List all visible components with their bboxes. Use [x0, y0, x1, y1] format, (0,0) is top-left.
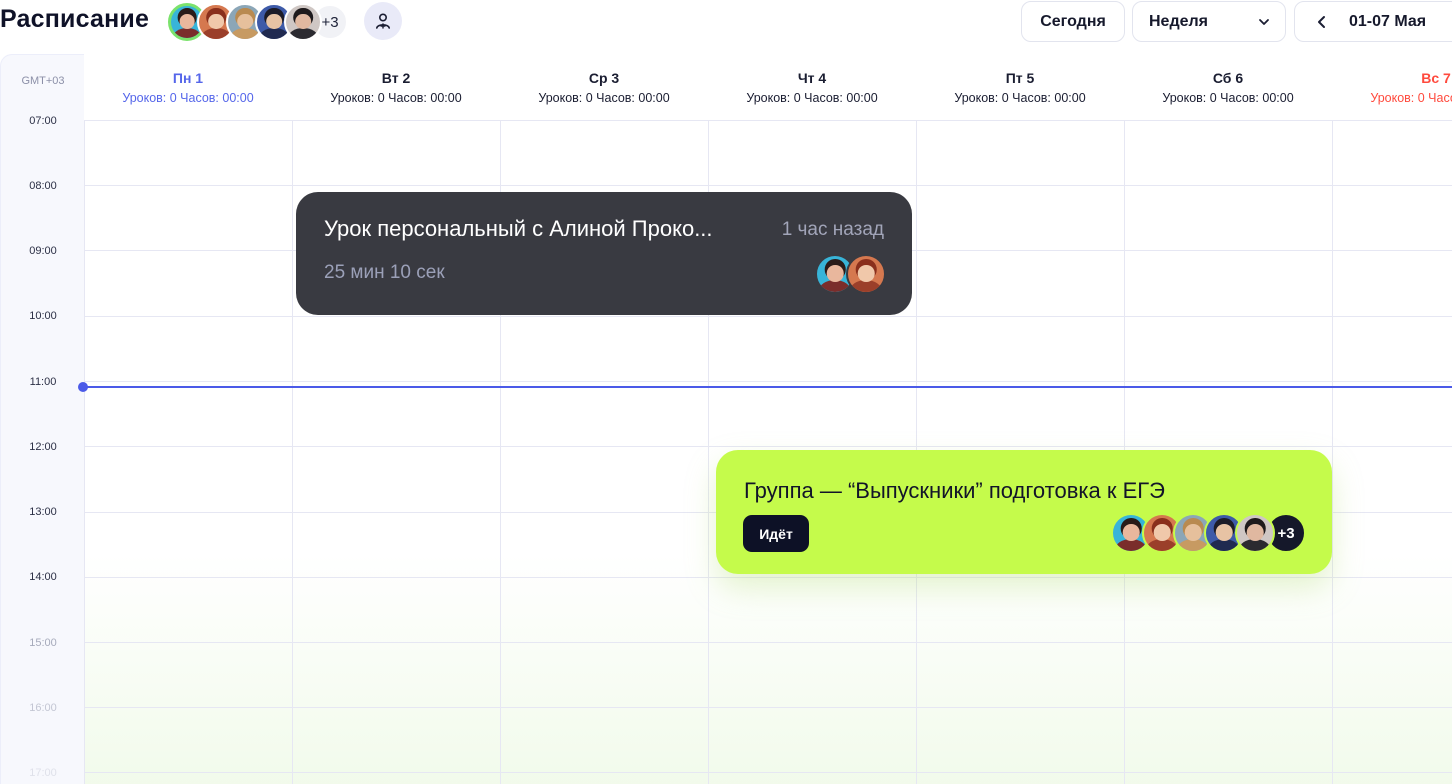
grid-hour-line — [84, 772, 1452, 773]
day-header-wed[interactable]: Ср 3 Уроков: 0 Часов: 00:00 — [500, 54, 708, 120]
day-stats: Уроков: 0 Часов: 00:00 — [122, 91, 254, 105]
day-header-sun[interactable]: Вс 7 Уроков: 0 Часов: 00:00 — [1332, 54, 1452, 120]
page-title: Расписание — [0, 5, 150, 33]
time-label: 12:00 — [29, 441, 57, 453]
day-stats: Уроков: 0 Часов: 00:00 — [538, 91, 670, 105]
event-participants: +3 — [1111, 513, 1306, 553]
grid-hour-line — [84, 642, 1452, 643]
grid-hour-line — [84, 707, 1452, 708]
time-label: 14:00 — [29, 571, 57, 583]
time-label: 17:00 — [29, 767, 57, 779]
time-label: 15:00 — [29, 637, 57, 649]
time-label: 13:00 — [29, 506, 57, 518]
participants-avatars[interactable]: +3 — [168, 2, 348, 42]
avatar — [846, 254, 886, 294]
day-header-thu[interactable]: Чт 4 Уроков: 0 Часов: 00:00 — [708, 54, 916, 120]
event-duration: 25 мин 10 сек — [324, 262, 445, 283]
day-stats: Уроков: 0 Часов: 00:00 — [746, 91, 878, 105]
day-name: Вс 7 — [1421, 70, 1451, 86]
time-column: GMT+03 07:00 08:00 09:00 10:00 11:00 12:… — [0, 54, 84, 784]
day-name: Чт 4 — [797, 70, 827, 86]
view-select[interactable]: Неделя — [1132, 1, 1286, 42]
grid-column-line — [1332, 120, 1333, 784]
add-user-button[interactable] — [364, 2, 402, 40]
date-range-label: 01-07 Мая — [1349, 12, 1427, 30]
grid-column-line — [84, 120, 85, 784]
status-badge: Идёт — [743, 515, 809, 552]
day-name: Пн 1 — [172, 70, 204, 86]
event-title: Группа — “Выпускники” подготовка к ЕГЭ — [744, 478, 1165, 503]
timezone-label: GMT+03 — [21, 75, 65, 87]
background-gradient — [84, 554, 1452, 784]
grid-divider — [84, 120, 1452, 121]
chevron-down-icon — [1259, 18, 1269, 25]
avatar — [1235, 513, 1275, 553]
grid-hour-line — [84, 577, 1452, 578]
grid-hour-line — [84, 446, 1452, 447]
chevron-left-icon[interactable] — [1315, 14, 1329, 30]
day-name: Пт 5 — [1005, 70, 1035, 86]
current-time-dot — [78, 382, 88, 392]
day-header-mon[interactable]: Пн 1 Уроков: 0 Часов: 00:00 — [84, 54, 292, 120]
week-calendar: GMT+03 07:00 08:00 09:00 10:00 11:00 12:… — [0, 54, 1452, 784]
time-label: 11:00 — [29, 376, 57, 388]
date-range-nav: 01-07 Мая — [1294, 1, 1452, 42]
event-time-ago: 1 час назад — [781, 219, 884, 240]
today-button[interactable]: Сегодня — [1021, 1, 1125, 42]
view-select-value: Неделя — [1149, 12, 1209, 30]
time-label: 07:00 — [29, 115, 57, 127]
current-time-line — [84, 386, 1452, 388]
grid-hour-line — [84, 381, 1452, 382]
grid-hour-line — [84, 316, 1452, 317]
avatar[interactable] — [284, 3, 322, 41]
event-card-personal-lesson[interactable]: Урок персональный с Алиной Проко... 1 ча… — [296, 192, 912, 315]
add-user-icon — [376, 13, 390, 29]
day-name: Сб 6 — [1212, 70, 1244, 86]
day-stats: Уроков: 0 Часов: 00:00 — [1162, 91, 1294, 105]
grid-hour-line — [84, 185, 1452, 186]
time-label: 09:00 — [29, 245, 57, 257]
day-stats: Уроков: 0 Часов: 00:00 — [954, 91, 1086, 105]
day-stats: Уроков: 0 Часов: 00:00 — [330, 91, 462, 105]
day-name: Ср 3 — [588, 70, 620, 86]
day-header-sat[interactable]: Сб 6 Уроков: 0 Часов: 00:00 — [1124, 54, 1332, 120]
day-stats: Уроков: 0 Часов: 00:00 — [1370, 91, 1452, 105]
time-label: 10:00 — [29, 310, 57, 322]
event-participants — [815, 254, 886, 294]
day-header-fri[interactable]: Пт 5 Уроков: 0 Часов: 00:00 — [916, 54, 1124, 120]
event-card-group-lesson[interactable]: Группа — “Выпускники” подготовка к ЕГЭ И… — [716, 450, 1332, 574]
day-header-tue[interactable]: Вт 2 Уроков: 0 Часов: 00:00 — [292, 54, 500, 120]
header: Расписание +3 Сегодня Неделя 01-07 Мая — [0, 0, 1452, 54]
grid-column-line — [292, 120, 293, 784]
time-label: 08:00 — [29, 180, 57, 192]
time-label: 16:00 — [29, 702, 57, 714]
day-name: Вт 2 — [381, 70, 411, 86]
event-title: Урок персональный с Алиной Проко... — [324, 216, 713, 241]
